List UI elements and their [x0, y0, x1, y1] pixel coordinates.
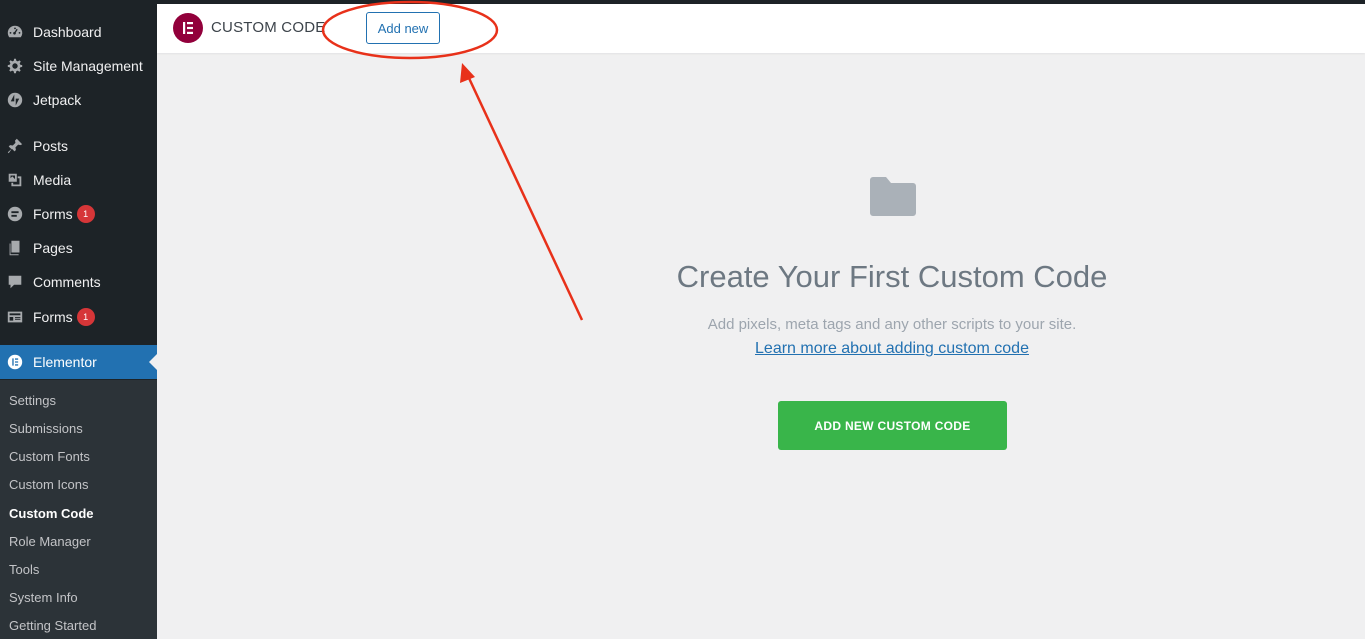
elementor-logo-icon: [173, 13, 203, 43]
sidebar-item-label: Forms: [33, 206, 73, 222]
sidebar-item-label: Forms: [33, 309, 73, 325]
sidebar-item-label: Site Management: [33, 58, 143, 74]
sidebar-item-label: Media: [33, 172, 72, 188]
sidebar-item-label: Jetpack: [33, 92, 82, 108]
jetpack-icon: [5, 90, 25, 110]
elementor-submenu: Settings Submissions Custom Fonts Custom…: [0, 380, 157, 639]
sidebar-item-comments[interactable]: Comments: [0, 265, 157, 299]
sidebar-item-label: Comments: [33, 274, 101, 290]
add-new-button[interactable]: Add new: [366, 12, 440, 44]
feedback-icon: [5, 307, 25, 327]
submenu-item-custom-code[interactable]: Custom Code: [9, 506, 94, 521]
page-header: CUSTOM CODE Add new: [157, 4, 1365, 53]
submenu-item-custom-icons[interactable]: Custom Icons: [9, 477, 88, 492]
sidebar-item-label: Pages: [33, 240, 73, 256]
pointer-arrow-head: [460, 63, 475, 83]
sidebar-item-pages[interactable]: Pages: [0, 231, 157, 265]
submenu-item-tools[interactable]: Tools: [9, 562, 39, 577]
comment-icon: [5, 272, 25, 292]
page-title: CUSTOM CODE: [211, 19, 326, 36]
sidebar-item-label: Posts: [33, 138, 69, 154]
submenu-item-role-manager[interactable]: Role Manager: [9, 534, 91, 549]
empty-state-description: Add pixels, meta tags and any other scri…: [707, 316, 1077, 333]
empty-state-title: Create Your First Custom Code: [676, 259, 1108, 294]
sidebar-item-elementor[interactable]: Elementor: [0, 345, 157, 379]
sidebar-item-dashboard[interactable]: Dashboard: [0, 15, 157, 49]
sidebar-item-feedback-forms[interactable]: Forms 1: [0, 300, 157, 334]
pushpin-icon: [5, 136, 25, 156]
submenu-item-settings[interactable]: Settings: [9, 393, 56, 408]
pointer-arrow-line: [466, 75, 584, 321]
sidebar-item-site-management[interactable]: Site Management: [0, 49, 157, 83]
sidebar-item-label: Elementor: [33, 354, 97, 370]
media-icon: [5, 170, 25, 190]
admin-sidebar: Dashboard Site Management Jetpack Posts …: [0, 0, 157, 639]
submenu-item-submissions[interactable]: Submissions: [9, 421, 83, 436]
forms-icon: [5, 204, 25, 224]
elementor-icon: [5, 352, 25, 372]
folder-icon: [869, 176, 917, 218]
feedback-count-badge: 1: [76, 308, 95, 326]
submenu-item-custom-fonts[interactable]: Custom Fonts: [9, 449, 90, 464]
pages-icon: [5, 238, 25, 258]
add-new-custom-code-button[interactable]: ADD NEW CUSTOM CODE: [778, 401, 1007, 450]
gear-icon: [5, 56, 25, 76]
sidebar-item-jetpack[interactable]: Jetpack: [0, 83, 157, 117]
learn-more-link[interactable]: Learn more about adding custom code: [755, 340, 1029, 357]
sidebar-item-forms[interactable]: Forms 1: [0, 197, 157, 231]
sidebar-item-posts[interactable]: Posts: [0, 129, 157, 163]
dashboard-icon: [5, 22, 25, 42]
submenu-item-system-info[interactable]: System Info: [9, 590, 78, 605]
sidebar-item-label: Dashboard: [33, 24, 102, 40]
learn-more-wrapper: Learn more about adding custom code: [600, 340, 1184, 358]
active-menu-arrow: [149, 354, 157, 370]
sidebar-item-media[interactable]: Media: [0, 163, 157, 197]
forms-count-badge: 1: [76, 205, 95, 223]
submenu-item-getting-started[interactable]: Getting Started: [9, 618, 96, 633]
